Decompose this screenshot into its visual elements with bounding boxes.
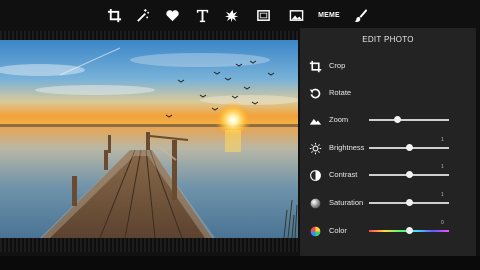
brightness-slider-thumb[interactable] — [406, 144, 413, 151]
meme-tool-label: MEME — [318, 11, 340, 19]
bottom-bar — [0, 256, 480, 270]
zoom-slider-thumb[interactable] — [394, 116, 401, 123]
saturation-option[interactable]: Saturation 1 — [300, 192, 476, 214]
contrast-label: Contrast — [329, 170, 358, 179]
sun-icon — [308, 141, 322, 155]
photo-top-border — [0, 31, 300, 40]
brightness-slider[interactable] — [369, 144, 449, 151]
brightness-option[interactable]: Brightness 1 — [300, 137, 476, 159]
color-value: 0 — [441, 220, 444, 226]
text-tool-icon[interactable] — [192, 6, 212, 24]
crop-tool-icon[interactable] — [104, 6, 124, 24]
contrast-slider-thumb[interactable] — [406, 171, 413, 178]
contrast-option[interactable]: Contrast 1 — [300, 164, 476, 186]
zoom-slider[interactable] — [369, 116, 449, 123]
crop-option[interactable]: Crop — [300, 55, 476, 77]
rotate-option[interactable]: Rotate — [300, 82, 476, 104]
edit-photo-panel: EDIT PHOTO Crop Rotate Zoom Brightness 1 — [300, 28, 476, 256]
zoom-mountain-icon — [308, 113, 322, 127]
crop-label: Crop — [329, 61, 346, 70]
panel-title: EDIT PHOTO — [362, 35, 414, 44]
color-slider-thumb[interactable] — [406, 227, 413, 234]
brightness-value: 1 — [441, 137, 444, 143]
color-icon — [308, 224, 322, 238]
heart-sticker-tool-icon[interactable] — [162, 6, 182, 24]
saturation-label: Saturation — [329, 198, 364, 207]
contrast-value: 1 — [441, 164, 444, 170]
photo-bottom-border — [0, 238, 300, 252]
photo-tool-icon[interactable] — [286, 6, 306, 24]
brightness-label: Brightness — [329, 143, 365, 152]
saturation-icon — [308, 196, 322, 210]
frame-tool-icon[interactable] — [253, 6, 273, 24]
rotate-icon — [308, 86, 322, 100]
contrast-icon — [308, 168, 322, 182]
splash-tool-icon[interactable] — [222, 6, 242, 24]
brush-tool-icon[interactable] — [350, 6, 370, 24]
meme-tool[interactable]: MEME — [318, 6, 340, 24]
color-slider[interactable] — [369, 227, 449, 234]
edited-photo[interactable] — [0, 40, 298, 238]
contrast-slider[interactable] — [369, 171, 449, 178]
color-label: Color — [329, 226, 347, 235]
color-option[interactable]: Color 0 — [300, 220, 476, 242]
saturation-slider[interactable] — [369, 199, 449, 206]
zoom-option[interactable]: Zoom — [300, 109, 476, 131]
saturation-slider-thumb[interactable] — [406, 199, 413, 206]
saturation-value: 1 — [441, 192, 444, 198]
zoom-label: Zoom — [329, 115, 349, 124]
crop-icon — [308, 59, 322, 73]
rotate-label: Rotate — [329, 88, 352, 97]
magic-wand-tool-icon[interactable] — [132, 6, 152, 24]
top-toolbar: MEME — [0, 0, 480, 31]
